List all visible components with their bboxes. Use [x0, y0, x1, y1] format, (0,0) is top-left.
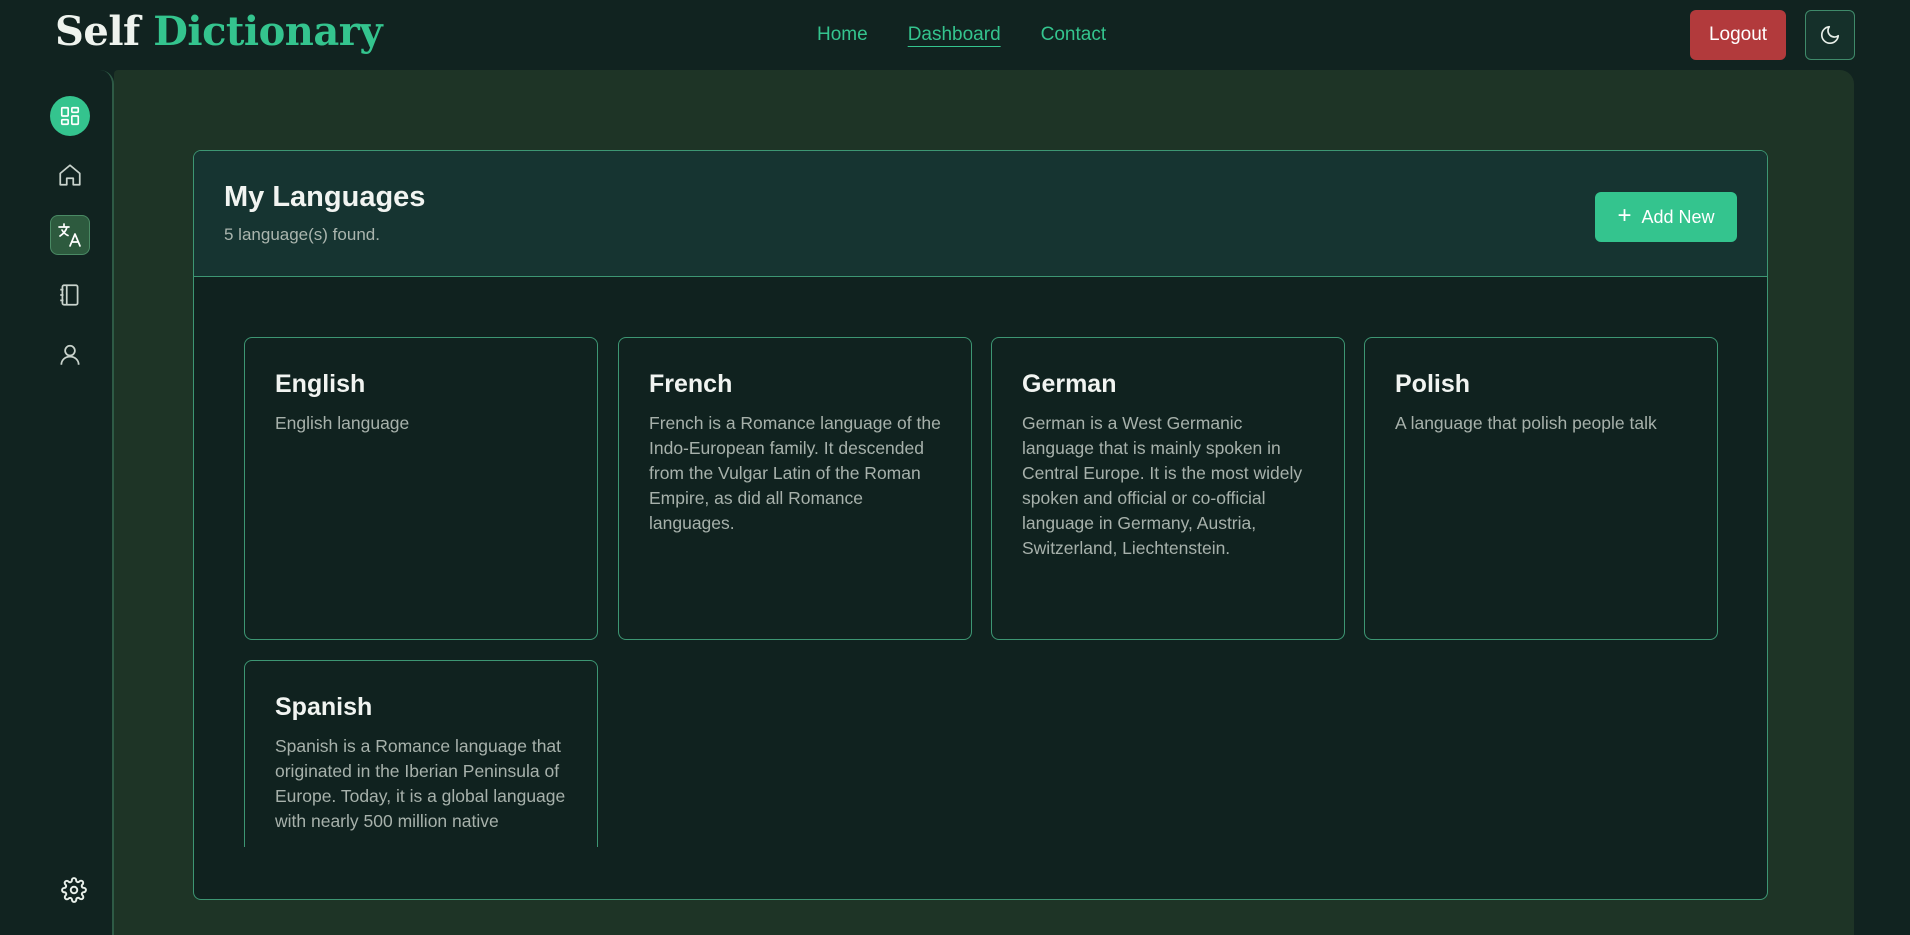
language-name: Polish	[1395, 370, 1471, 398]
language-card-spanish[interactable]: Spanish Spanish is a Romance language th…	[244, 660, 598, 847]
main-nav: Home Dashboard Contact	[817, 24, 1106, 46]
page-title: My Languages	[224, 181, 426, 213]
language-card-english[interactable]: English English language	[244, 337, 598, 640]
main-content: My Languages 5 language(s) found. + Add …	[114, 70, 1854, 935]
logo-text-self: Self	[55, 8, 140, 55]
language-name: German	[1022, 370, 1117, 398]
moon-icon	[1820, 25, 1840, 45]
sidebar-item-settings[interactable]	[54, 870, 94, 910]
app-logo[interactable]: Self Dictionary	[55, 8, 383, 55]
nav-dashboard[interactable]: Dashboard	[908, 24, 1001, 46]
dashboard-icon	[60, 106, 80, 126]
translate-icon	[58, 223, 81, 247]
sidebar-item-notebook[interactable]	[50, 275, 90, 315]
sidebar-item-languages[interactable]	[50, 215, 90, 255]
user-icon	[60, 344, 80, 365]
sidebar-item-home[interactable]	[50, 155, 90, 195]
notebook-icon	[60, 284, 79, 306]
language-name: French	[649, 370, 733, 398]
top-bar: Self Dictionary Home Dashboard Contact L…	[0, 0, 1910, 70]
language-card-polish[interactable]: Polish A language that polish people tal…	[1364, 337, 1718, 640]
sidebar	[0, 70, 114, 935]
add-new-button[interactable]: + Add New	[1595, 192, 1737, 242]
language-description: A language that polish people talk	[1395, 413, 1657, 433]
language-description: French is a Romance language of the Indo…	[649, 413, 941, 533]
language-name: Spanish	[275, 693, 373, 721]
gear-icon	[61, 877, 87, 903]
add-new-label: Add New	[1641, 206, 1715, 227]
language-description: English language	[275, 413, 410, 433]
language-cards-grid: English English language French French i…	[244, 337, 1719, 847]
language-card-german[interactable]: German German is a West Germanic languag…	[991, 337, 1345, 640]
nav-contact[interactable]: Contact	[1041, 24, 1106, 46]
language-description: German is a West Germanic language that …	[1022, 413, 1303, 558]
panel-header: My Languages 5 language(s) found. + Add …	[194, 151, 1767, 277]
logout-button[interactable]: Logout	[1690, 10, 1786, 60]
home-icon	[59, 164, 81, 186]
theme-toggle-button[interactable]	[1805, 10, 1855, 60]
logo-text-dictionary: Dictionary	[153, 8, 383, 55]
sidebar-item-profile[interactable]	[50, 335, 90, 375]
sidebar-item-dashboard[interactable]	[50, 96, 90, 136]
nav-home[interactable]: Home	[817, 24, 868, 46]
language-name: English	[275, 370, 366, 398]
plus-icon: +	[1617, 201, 1632, 229]
language-card-french[interactable]: French French is a Romance language of t…	[618, 337, 972, 640]
language-description: Spanish is a Romance language that origi…	[275, 736, 566, 831]
languages-panel: My Languages 5 language(s) found. + Add …	[193, 150, 1768, 900]
languages-count: 5 language(s) found.	[224, 225, 380, 244]
